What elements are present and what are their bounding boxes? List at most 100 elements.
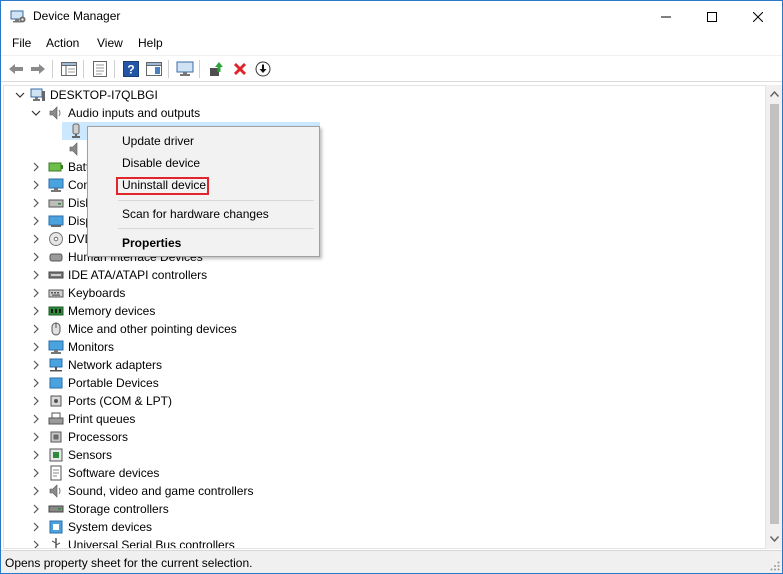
tree-category[interactable]: Storage controllers — [4, 500, 764, 518]
show-hide-tree-button[interactable] — [59, 60, 79, 78]
menu-view[interactable]: View — [97, 36, 123, 50]
enable-device-button[interactable] — [253, 60, 273, 78]
chevron-right-icon[interactable] — [30, 449, 42, 461]
chevron-right-icon[interactable] — [30, 179, 42, 191]
menu-uninstall-device[interactable]: Uninstall device — [122, 178, 206, 192]
speaker-icon — [68, 141, 84, 157]
tree-category[interactable]: Software devices — [4, 464, 764, 482]
chevron-right-icon[interactable] — [30, 197, 42, 209]
chevron-right-icon[interactable] — [30, 485, 42, 497]
tree-category-audio[interactable]: Audio inputs and outputs — [4, 104, 764, 122]
menu-separator — [118, 200, 314, 201]
menu-properties[interactable]: Properties — [122, 236, 181, 250]
category-label: Processors — [68, 430, 129, 444]
display-button[interactable] — [175, 60, 195, 78]
memory-icon — [48, 303, 64, 319]
computer-icon — [48, 177, 64, 193]
title-bar[interactable]: Device Manager — [1, 1, 782, 32]
sound-icon — [48, 483, 64, 499]
chevron-right-icon[interactable] — [30, 431, 42, 443]
chevron-right-icon[interactable] — [30, 161, 42, 173]
close-button[interactable] — [735, 1, 781, 32]
disk-drive-icon — [48, 195, 64, 211]
tree-category[interactable]: Memory devices — [4, 302, 764, 320]
minimize-button[interactable] — [643, 1, 689, 32]
tree-category[interactable]: Keyboards — [4, 284, 764, 302]
chevron-right-icon[interactable] — [30, 539, 42, 548]
uninstall-button[interactable] — [230, 60, 250, 78]
chevron-right-icon[interactable] — [30, 215, 42, 227]
tree-category[interactable]: Processors — [4, 428, 764, 446]
chevron-right-icon[interactable] — [30, 305, 42, 317]
tree-category[interactable]: Network adapters — [4, 356, 764, 374]
hid-icon — [48, 249, 64, 265]
update-driver-icon — [210, 62, 223, 76]
mouse-icon — [48, 321, 64, 337]
menu-file[interactable]: File — [12, 36, 31, 50]
chevron-right-icon[interactable] — [30, 233, 42, 245]
scroll-down-button[interactable] — [766, 530, 782, 547]
maximize-button[interactable] — [689, 1, 735, 32]
tree-category[interactable]: Sensors — [4, 446, 764, 464]
tree-category[interactable]: Ports (COM & LPT) — [4, 392, 764, 410]
chevron-right-icon[interactable] — [30, 467, 42, 479]
scroll-up-button[interactable] — [766, 85, 782, 102]
software-device-icon — [48, 465, 64, 481]
tree-category[interactable]: Mice and other pointing devices — [4, 320, 764, 338]
chevron-down-icon[interactable] — [30, 107, 42, 119]
printer-icon — [48, 411, 64, 427]
category-label: Keyboards — [68, 286, 126, 300]
toolbar: ? — [1, 55, 782, 82]
storage-icon — [48, 501, 64, 517]
action-pane-button[interactable] — [144, 60, 164, 78]
back-icon — [9, 64, 23, 74]
tree-category[interactable]: Universal Serial Bus controllers — [4, 536, 764, 549]
forward-icon — [31, 64, 45, 74]
chevron-right-icon[interactable] — [30, 521, 42, 533]
category-label: Universal Serial Bus controllers — [68, 538, 235, 549]
chevron-right-icon[interactable] — [30, 503, 42, 515]
chevron-right-icon[interactable] — [30, 359, 42, 371]
menu-scan-hardware[interactable]: Scan for hardware changes — [122, 207, 269, 221]
chevron-down-icon — [770, 535, 779, 542]
chevron-right-icon[interactable] — [30, 395, 42, 407]
tree-category[interactable]: Portable Devices — [4, 374, 764, 392]
category-label: IDE ATA/ATAPI controllers — [68, 268, 208, 282]
tree-root[interactable]: DESKTOP-I7QLBGI — [4, 86, 764, 104]
chevron-right-icon[interactable] — [30, 341, 42, 353]
chevron-right-icon[interactable] — [30, 323, 42, 335]
menu-help[interactable]: Help — [138, 36, 163, 50]
help-icon: ? — [123, 61, 139, 77]
chevron-right-icon[interactable] — [30, 269, 42, 281]
tree-category[interactable]: System devices — [4, 518, 764, 536]
speaker-icon — [48, 105, 64, 121]
chevron-right-icon[interactable] — [30, 287, 42, 299]
uninstall-icon — [233, 62, 247, 76]
menu-disable-device[interactable]: Disable device — [122, 156, 200, 170]
chevron-right-icon[interactable] — [30, 377, 42, 389]
category-label: Print queues — [68, 412, 136, 426]
forward-button[interactable] — [28, 60, 48, 78]
category-label: Software devices — [68, 466, 160, 480]
menu-action[interactable]: Action — [46, 36, 79, 50]
scroll-thumb[interactable] — [770, 104, 779, 524]
status-text: Opens property sheet for the current sel… — [5, 556, 253, 570]
category-label: Memory devices — [68, 304, 156, 318]
tree-category[interactable]: Monitors — [4, 338, 764, 356]
menu-update-driver[interactable]: Update driver — [122, 134, 194, 148]
help-button[interactable]: ? — [121, 60, 141, 78]
chevron-down-icon[interactable] — [14, 89, 26, 101]
vertical-scrollbar[interactable] — [765, 85, 782, 549]
chevron-right-icon[interactable] — [30, 413, 42, 425]
computer-icon — [30, 87, 46, 103]
back-button[interactable] — [6, 60, 26, 78]
enable-device-icon — [255, 61, 271, 77]
tree-category[interactable]: IDE ATA/ATAPI controllers — [4, 266, 764, 284]
resize-grip-icon[interactable] — [770, 561, 780, 571]
chevron-right-icon[interactable] — [30, 251, 42, 263]
tree-category[interactable]: Print queues — [4, 410, 764, 428]
update-driver-button[interactable] — [206, 60, 226, 78]
properties-button[interactable] — [90, 60, 110, 78]
tree-category[interactable]: Sound, video and game controllers — [4, 482, 764, 500]
category-label: Sound, video and game controllers — [68, 484, 254, 498]
